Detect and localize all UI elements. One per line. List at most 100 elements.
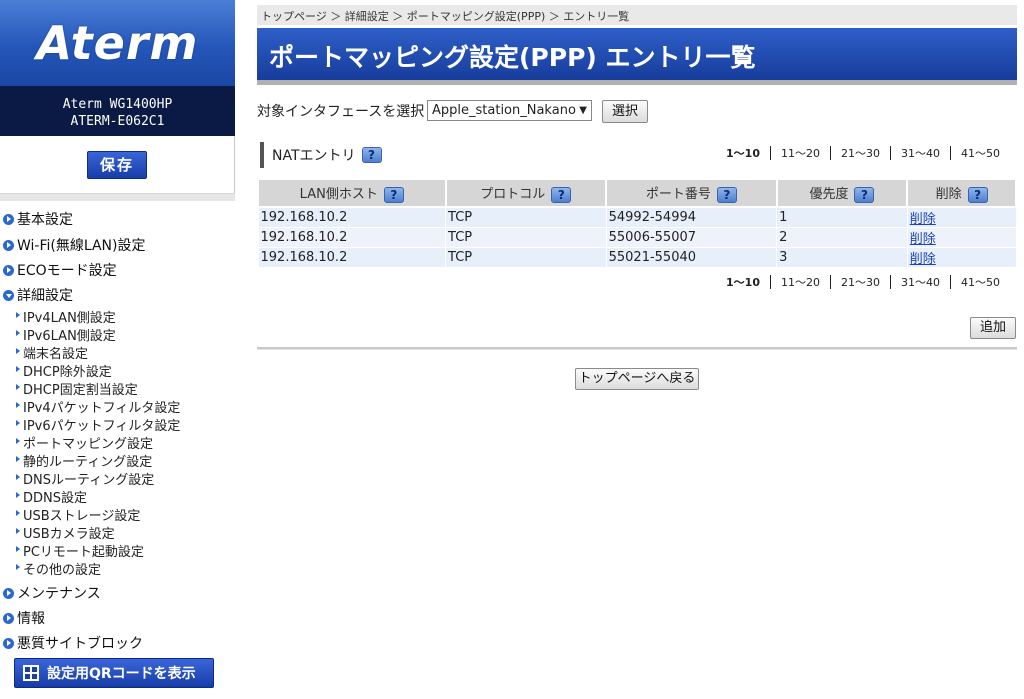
cell-port: 54992-54994 — [605, 206, 778, 228]
interface-selected-value: Apple_station_Nakano — [432, 103, 576, 118]
sidebar-divider — [0, 194, 235, 201]
menu-basic-settings[interactable]: 基本設定 — [3, 209, 73, 229]
cell-port: 55021-55040 — [605, 247, 778, 268]
cell-protocol: TCP — [445, 206, 607, 228]
cell-priority: 2 — [776, 227, 908, 248]
arrow-right-icon — [3, 612, 14, 624]
triangle-icon — [16, 563, 20, 570]
cell-protocol: TCP — [445, 247, 607, 268]
table-row: 192.168.10.2 TCP 55021-55040 3 削除 — [257, 247, 1017, 268]
cell-delete: 削除 — [906, 227, 1017, 248]
help-icon[interactable]: ? — [383, 186, 404, 203]
add-button[interactable]: 追加 — [970, 317, 1016, 339]
page-link-4[interactable]: 31〜40 — [891, 274, 950, 290]
delete-link[interactable]: 削除 — [910, 212, 936, 227]
page-link-3[interactable]: 21〜30 — [831, 274, 890, 290]
table-row: 192.168.10.2 TCP 55006-55007 2 削除 — [257, 227, 1017, 248]
triangle-icon — [16, 383, 20, 390]
arrow-right-icon — [3, 637, 14, 649]
submenu-dhcp-exclude[interactable]: DHCP除外設定 — [16, 361, 112, 380]
show-qr-button[interactable]: 設定用QRコードを表示 — [14, 658, 214, 688]
page-link-1[interactable]: 1〜10 — [716, 145, 770, 161]
menu-malicious-site-block[interactable]: 悪質サイトブロック — [3, 633, 143, 653]
page-link-3[interactable]: 21〜30 — [831, 145, 890, 161]
col-priority: 優先度? — [775, 178, 909, 208]
aterm-logo[interactable]: Aterm — [0, 0, 235, 86]
help-icon[interactable]: ? — [854, 186, 875, 203]
submenu-usb-storage[interactable]: USBストレージ設定 — [16, 505, 140, 524]
submenu-ddns[interactable]: DDNS設定 — [16, 487, 87, 506]
menu-wifi-settings[interactable]: Wi-Fi(無線LAN)設定 — [3, 235, 146, 255]
triangle-icon — [16, 347, 20, 354]
menu-eco-mode[interactable]: ECOモード設定 — [3, 260, 117, 280]
menu-advanced-settings[interactable]: 詳細設定 — [3, 285, 73, 305]
sidebar: Aterm Aterm WG1400HP ATERM-E062C1 保存 基本設… — [0, 0, 235, 699]
page-link-2[interactable]: 11〜20 — [771, 274, 830, 290]
arrow-right-icon — [3, 239, 14, 251]
page-link-4[interactable]: 31〜40 — [891, 145, 950, 161]
title-underline — [257, 80, 1017, 85]
delete-link[interactable]: 削除 — [910, 252, 936, 267]
device-id: ATERM-E062C1 — [70, 114, 165, 129]
submenu-pc-wake[interactable]: PCリモート起動設定 — [16, 541, 144, 560]
table-header-row: LAN側ホスト? プロトコル? ポート番号? 優先度? 削除? — [257, 178, 1017, 208]
col-lan-host: LAN側ホスト? — [257, 178, 447, 208]
cell-priority: 3 — [776, 247, 908, 268]
menu-info[interactable]: 情報 — [3, 608, 45, 628]
model-name: Aterm WG1400HP — [62, 97, 173, 112]
help-icon[interactable]: ? — [551, 186, 572, 203]
select-button[interactable]: 選択 — [602, 100, 648, 123]
page-link-2[interactable]: 11〜20 — [771, 145, 830, 161]
triangle-icon — [16, 473, 20, 480]
delete-link[interactable]: 削除 — [910, 232, 936, 247]
triangle-icon — [16, 419, 20, 426]
page-link-5[interactable]: 41〜50 — [951, 274, 1010, 290]
submenu-other[interactable]: その他の設定 — [16, 559, 101, 578]
section-divider — [257, 347, 1017, 350]
heading-bar — [260, 142, 264, 168]
cell-delete: 削除 — [906, 247, 1017, 268]
submenu-ipv4-filter[interactable]: IPv4パケットフィルタ設定 — [16, 397, 180, 416]
interface-select[interactable]: Apple_station_Nakano ▼ — [427, 100, 592, 121]
arrow-right-icon — [3, 587, 14, 599]
dropdown-arrow-icon: ▼ — [579, 105, 587, 116]
page-link-1[interactable]: 1〜10 — [716, 274, 770, 290]
triangle-icon — [16, 365, 20, 372]
col-port: ポート番号? — [605, 178, 778, 208]
submenu-static-routing[interactable]: 静的ルーティング設定 — [16, 451, 152, 470]
cell-host: 192.168.10.2 — [257, 227, 447, 248]
table-row: 192.168.10.2 TCP 54992-54994 1 削除 — [257, 206, 1017, 228]
submenu-ipv6-filter[interactable]: IPv6パケットフィルタ設定 — [16, 415, 180, 434]
submenu-port-mapping[interactable]: ポートマッピング設定 — [16, 433, 153, 452]
col-protocol: プロトコル? — [444, 178, 608, 208]
triangle-icon — [16, 527, 20, 534]
triangle-icon — [16, 437, 20, 444]
submenu-usb-camera[interactable]: USBカメラ設定 — [16, 523, 115, 542]
cell-delete: 削除 — [906, 206, 1017, 228]
cell-port: 55006-55007 — [605, 227, 778, 248]
back-to-top-button[interactable]: トップページへ戻る — [575, 368, 699, 390]
triangle-icon — [16, 491, 20, 498]
col-delete: 削除? — [906, 178, 1017, 208]
nat-heading-label: NATエントリ — [272, 148, 356, 164]
help-icon[interactable]: ? — [716, 186, 737, 203]
submenu-ipv6-lan[interactable]: IPv6LAN側設定 — [16, 325, 116, 344]
submenu-ipv4-lan[interactable]: IPv4LAN側設定 — [16, 307, 116, 326]
page-link-5[interactable]: 41〜50 — [951, 145, 1010, 161]
arrow-right-icon — [3, 213, 14, 225]
submenu-dns-routing[interactable]: DNSルーティング設定 — [16, 469, 154, 488]
triangle-icon — [16, 545, 20, 552]
submenu-dhcp-static[interactable]: DHCP固定割当設定 — [16, 379, 138, 398]
save-button[interactable]: 保存 — [87, 151, 147, 179]
nat-section-heading: NATエントリ ? — [260, 142, 382, 168]
help-icon[interactable]: ? — [361, 147, 382, 163]
breadcrumb: トップページ ＞ 詳細設定 ＞ ポートマッピング設定(PPP) ＞ エントリ一覧 — [257, 5, 1017, 25]
triangle-icon — [16, 455, 20, 462]
device-info: Aterm WG1400HP ATERM-E062C1 — [0, 86, 235, 136]
help-icon[interactable]: ? — [967, 186, 988, 203]
cell-host: 192.168.10.2 — [257, 206, 447, 228]
submenu-device-name[interactable]: 端末名設定 — [16, 343, 88, 362]
nat-table: LAN側ホスト? プロトコル? ポート番号? 優先度? 削除? 192.168.… — [257, 178, 1017, 268]
menu-maintenance[interactable]: メンテナンス — [3, 583, 101, 603]
arrow-down-icon — [3, 289, 14, 301]
